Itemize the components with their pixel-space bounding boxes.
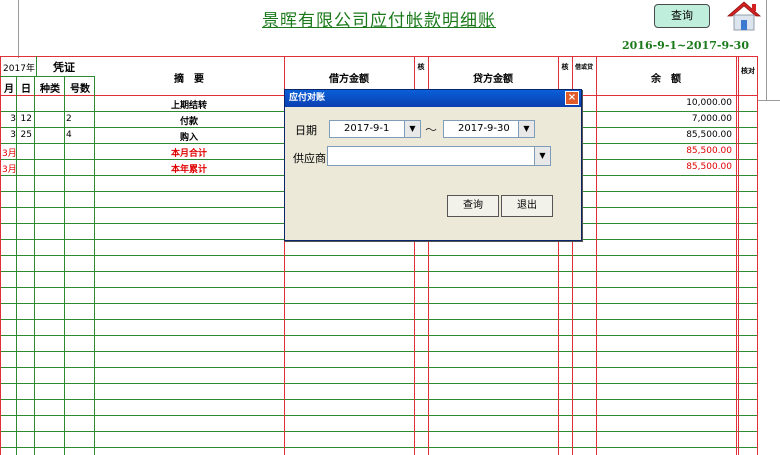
cell-balance: 85,500.00 [686,146,732,156]
grid-row-line [0,415,758,416]
grid-row-line [0,399,758,400]
grid-column-line [94,76,95,455]
number-header: 号数 [70,84,90,95]
month-header: 月 [4,84,14,95]
home-icon[interactable] [726,0,762,32]
cell-balance: 85,500.00 [686,162,732,172]
debit-check-header: 核 [417,63,425,71]
day-header: 日 [21,84,31,95]
grid-row-line [0,271,758,272]
cell-month: 3 [10,130,16,140]
grid-column-line [738,56,739,455]
cell-number: 2 [66,114,72,124]
grid-column-line [34,76,35,455]
summary-header: 摘 要 [174,74,204,85]
grid-row-line [0,255,758,256]
grid-row-line [0,351,758,352]
frame-line-corner [758,100,780,101]
audit-header: 核对 [741,67,755,75]
cell-month: 3月 [2,165,17,175]
grid-column-line [36,56,37,76]
grid-row-line [0,383,758,384]
direction-header: 借或贷 [574,64,593,71]
grid-column-line [64,76,65,455]
cell-month: 3 [10,114,16,124]
grid-row-line [0,287,758,288]
credit-check-header: 核 [561,63,569,71]
supplier-label: 供应商 [293,152,326,165]
grid-column-line [736,56,737,455]
cell-day: 12 [20,114,32,124]
reconcile-dialog: 应付对账 × 日期 2017-9-1 ▼ ～ 2017-9-30 ▼ 供应商 ▼… [284,89,582,241]
dialog-exit-button[interactable]: 退出 [501,195,553,217]
date-range: 2016-9-1~2017-9-30 [622,39,749,52]
chevron-down-icon[interactable]: ▼ [404,121,420,137]
date-to-value: 2017-9-30 [458,123,510,134]
grid-subheader-line [0,76,94,77]
cell-summary: 本年累计 [170,165,207,175]
grid-column-line [596,56,597,455]
date-from-select[interactable]: 2017-9-1 ▼ [329,120,421,138]
year-header: 2017年 [3,64,35,74]
query-button[interactable]: 查询 [654,4,710,28]
cell-balance: 10,000.00 [686,98,732,108]
dialog-title: 应付对账 [285,90,581,107]
grid-row-line [0,431,758,432]
grid-column-line [757,56,758,455]
cell-summary: 上期结转 [170,101,207,111]
chevron-down-icon[interactable]: ▼ [534,147,550,165]
grid-top-line [0,56,758,57]
date-label: 日期 [295,124,317,137]
chevron-down-icon[interactable]: ▼ [518,121,534,137]
grid-column-line [0,56,1,455]
cell-summary: 付款 [179,117,198,127]
dialog-query-button[interactable]: 查询 [447,195,499,217]
credit-header: 贷方金额 [473,74,513,85]
grid-column-line [16,76,17,455]
cell-number: 4 [66,130,72,140]
grid-row-line [0,335,758,336]
cell-day: 25 [20,130,32,140]
cell-summary: 购入 [179,133,198,143]
date-separator: ～ [425,123,438,137]
debit-header: 借方金额 [329,74,369,85]
grid-row-line [0,447,758,448]
cell-summary: 本月合计 [170,149,207,159]
cell-balance: 85,500.00 [686,130,732,140]
frame-line-left [18,0,19,58]
cell-month: 3月 [2,149,17,159]
supplier-select[interactable]: ▼ [327,146,551,166]
date-to-select[interactable]: 2017-9-30 ▼ [443,120,535,138]
cell-balance: 7,000.00 [691,114,732,124]
type-header: 种类 [40,84,60,95]
voucher-header: 凭证 [53,61,75,74]
balance-header: 余 额 [651,74,681,85]
frame-line-right [766,0,767,100]
date-from-value: 2017-9-1 [344,123,390,134]
grid-row-line [0,367,758,368]
grid-row-line [0,303,758,304]
page-title: 景晖有限公司应付帐款明细账 [262,11,496,31]
grid-row-line [0,319,758,320]
close-icon[interactable]: × [565,91,579,105]
